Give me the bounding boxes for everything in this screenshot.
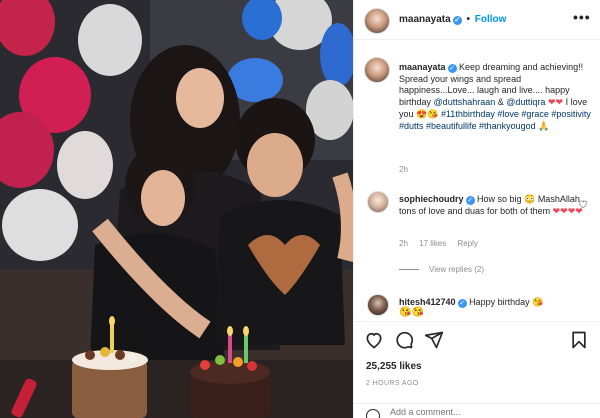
post-header: maanayata ✓ • Follow ••• [354,0,600,40]
share-icon[interactable] [424,330,444,350]
post-actions: 25,255 likes 2 HOURS AGO [354,321,600,418]
caption-text: maanayata ✓ Keep dreaming and achieving!!… [399,62,594,132]
avatar[interactable] [364,8,390,34]
instagram-post-modal: maanayata ✓ • Follow ••• maanayata ✓ Keep … [0,0,600,418]
mention-link[interactable]: @duttshahraan [434,97,496,107]
author-username-text[interactable]: maanayata [399,14,451,25]
follow-button[interactable]: Follow [475,14,507,25]
face-emoji: 😍😘 [416,108,439,119]
replies-line [399,269,419,271]
heart-emoji: ❤❤ [547,97,564,108]
comment-icon[interactable] [394,330,414,350]
avatar[interactable] [367,191,389,213]
emoji-icon[interactable] [366,409,380,418]
kiss-emoji-row: 😘😘 [399,307,424,318]
comment-body: How so big [477,194,522,204]
likes-count[interactable]: 25,255 likes [366,361,422,372]
verified-icon: ✓ [447,64,457,73]
comment-username[interactable]: sophiechoudry [399,194,464,204]
comment-text: sophiechoudry ✓ How so big 😳 MashAllah ..… [399,193,594,217]
comment-time[interactable]: 2h [399,239,408,248]
post-time[interactable]: 2 HOURS AGO [366,380,419,387]
view-replies-label[interactable]: View replies (2) [429,265,484,274]
post-photo[interactable] [0,0,353,418]
mention-link[interactable]: @duttiqra [506,97,545,107]
view-replies-button[interactable]: View replies (2) [399,265,484,274]
photo-illustration [0,0,353,418]
comment-username[interactable]: hitesh412740 [399,297,456,307]
more-icon[interactable]: ••• [573,9,591,25]
comments-list[interactable]: maanayata ✓ Keep dreaming and achieving!!… [354,41,600,321]
avatar[interactable] [364,57,390,83]
add-comment-bar [354,403,600,418]
pray-emoji: 🙏 [538,120,550,131]
author-username[interactable]: maanayata ✓ • Follow [399,14,506,25]
comment-text: hitesh412740 ✓ Happy birthday 😘 [399,296,594,308]
flushed-emoji: 😳 [524,194,536,204]
heart-icon[interactable] [578,199,588,209]
verified-icon: ✓ [465,196,475,205]
bookmark-icon[interactable] [569,330,589,350]
verified-icon: ✓ [457,299,467,308]
comment-meta: 2h 17 likes Reply [399,239,487,248]
comment-likes[interactable]: 17 likes [419,239,446,248]
post-side-panel: maanayata ✓ • Follow ••• maanayata ✓ Keep … [353,0,600,418]
verified-icon: ✓ [452,16,462,25]
caption-amp: & [497,97,504,108]
avatar[interactable] [367,294,389,316]
caption-username[interactable]: maanayata [399,62,446,72]
comment-input[interactable] [390,407,570,417]
separator-dot: • [466,14,470,25]
comment-body: Happy birthday [469,297,530,307]
kiss-emoji: 😘 [532,297,544,307]
caption-time[interactable]: 2h [399,165,408,174]
reply-button[interactable]: Reply [458,239,478,248]
heart-icon[interactable] [364,330,384,350]
